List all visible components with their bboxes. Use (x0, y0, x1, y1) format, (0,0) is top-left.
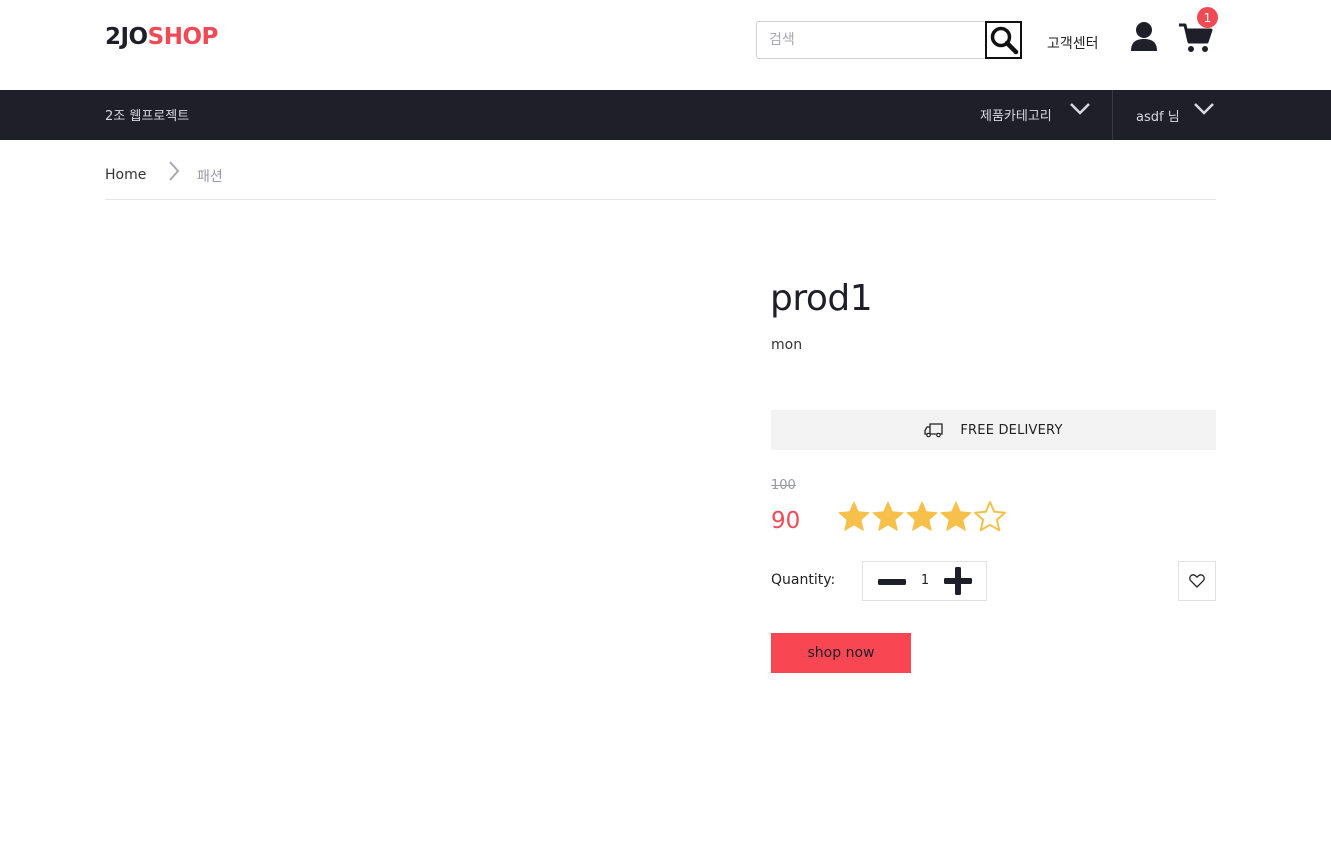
product-subtitle: mon (771, 337, 803, 353)
search-box (756, 21, 1022, 59)
logo-text-primary: 2JO (105, 24, 148, 50)
search-input[interactable] (757, 22, 985, 58)
star-empty-icon (973, 500, 1007, 534)
user-icon (1131, 22, 1157, 51)
search-icon (990, 26, 1018, 55)
user-account-button[interactable] (1130, 21, 1158, 53)
minus-icon (878, 579, 906, 585)
nav-brand[interactable]: 2조 웹프로젝트 (105, 105, 189, 124)
shop-now-button[interactable]: shop now (771, 633, 911, 673)
chevron-right-icon (169, 161, 180, 181)
site-header: 2JOSHOP 고객센터 1 (0, 0, 1331, 90)
star-filled-icon (837, 500, 871, 534)
breadcrumb-current: 패션 (197, 169, 223, 185)
breadcrumb: Home 패션 (105, 158, 1216, 200)
main-navbar: 2조 웹프로젝트 제품카테고리 asdf 님 (0, 90, 1331, 140)
plus-icon (944, 567, 972, 595)
star-filled-icon (871, 500, 905, 534)
quantity-stepper: 1 (862, 561, 987, 601)
user-menu[interactable]: asdf 님 (1136, 106, 1180, 125)
chevron-down-icon[interactable] (1069, 102, 1091, 116)
star-filled-icon (939, 500, 973, 534)
quantity-increase-button[interactable] (943, 566, 973, 596)
quantity-value[interactable]: 1 (915, 573, 935, 588)
delivery-label: FREE DELIVERY (960, 422, 1063, 438)
truck-icon (924, 422, 944, 438)
category-menu[interactable]: 제품카테고리 (980, 105, 1052, 124)
site-logo[interactable]: 2JOSHOP (105, 24, 218, 50)
cart-count-badge: 1 (1197, 7, 1218, 28)
customer-center-link[interactable]: 고객센터 (1047, 33, 1099, 53)
heart-icon (1189, 574, 1205, 588)
chevron-down-icon[interactable] (1193, 102, 1215, 116)
product-rating (837, 500, 1007, 534)
breadcrumb-home-link[interactable]: Home (105, 167, 146, 183)
free-delivery-banner: FREE DELIVERY (771, 410, 1216, 450)
product-title: prod1 (770, 278, 873, 319)
star-filled-icon (905, 500, 939, 534)
sale-price: 90 (771, 508, 801, 534)
search-button[interactable] (985, 21, 1022, 59)
wishlist-button[interactable] (1178, 561, 1216, 601)
logo-text-accent: SHOP (147, 24, 219, 50)
original-price: 100 (771, 478, 796, 493)
quantity-label: Quantity: (771, 572, 836, 588)
quantity-decrease-button[interactable] (876, 571, 908, 593)
nav-divider (1112, 90, 1113, 140)
